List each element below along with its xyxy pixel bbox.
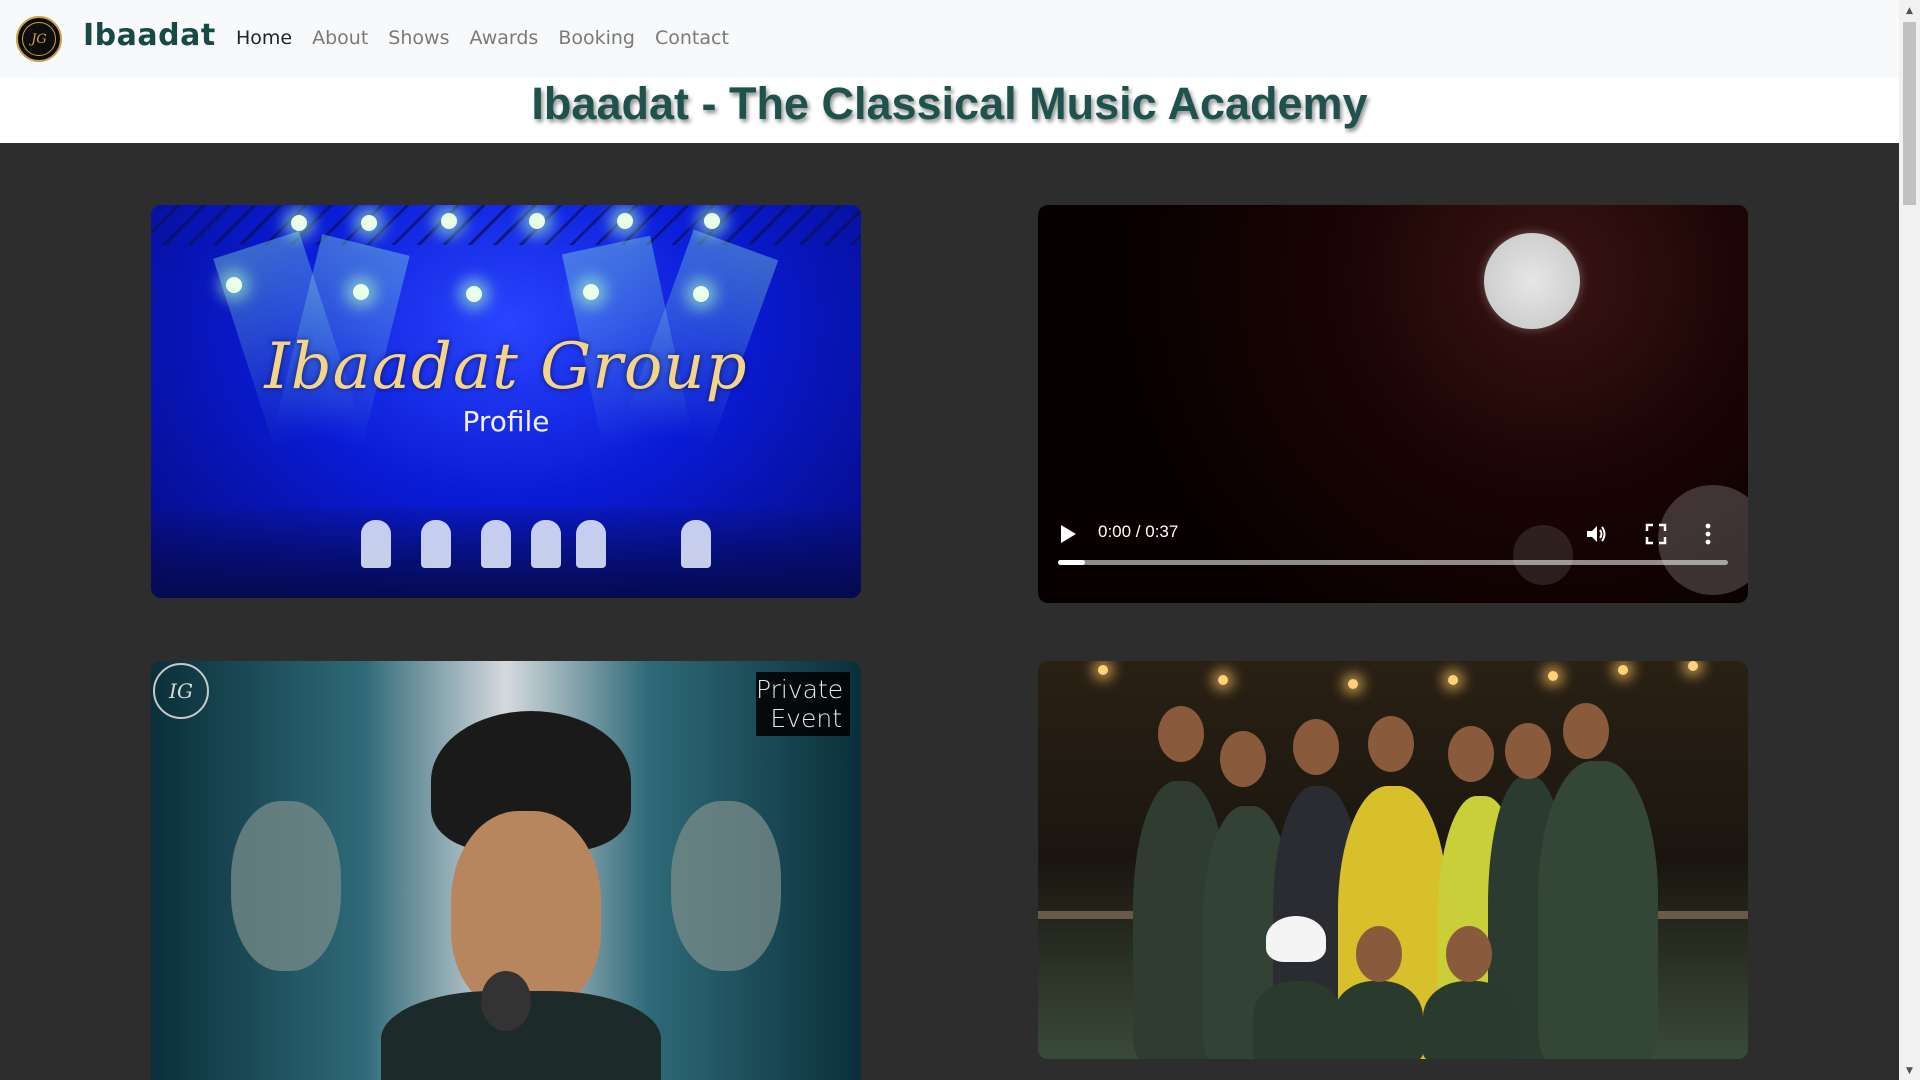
musician-figure [576, 520, 606, 568]
musician-figure [361, 520, 391, 568]
person-turban [1266, 916, 1326, 962]
stage-light [529, 213, 545, 229]
person [1253, 981, 1343, 1059]
person-head [1505, 723, 1551, 779]
video-progress-bar[interactable] [1058, 560, 1728, 565]
nav-link-home[interactable]: Home [236, 27, 292, 49]
stage-light [226, 277, 242, 293]
nav-link-shows[interactable]: Shows [388, 27, 449, 49]
scroll-down-arrow-icon[interactable]: ▼ [1899, 1064, 1920, 1078]
light-bulb [1688, 661, 1698, 671]
volume-icon[interactable] [1584, 522, 1608, 546]
person-head [1563, 703, 1609, 759]
musician-figure [421, 520, 451, 568]
stage-light [291, 215, 307, 231]
page-scrollbar[interactable]: ▲ ▼ [1899, 0, 1920, 1080]
scroll-up-arrow-icon[interactable]: ▲ [1899, 4, 1920, 18]
video-player[interactable]: 0:00 / 0:37 [1038, 205, 1748, 603]
stage-light [466, 286, 482, 302]
scrollbar-thumb[interactable] [1903, 22, 1916, 205]
light-bulb [1618, 665, 1628, 675]
nav-link-contact[interactable]: Contact [655, 27, 729, 49]
person-head [1293, 719, 1339, 775]
stage-light [693, 286, 709, 302]
musician-figure [681, 520, 711, 568]
stage-light [617, 213, 633, 229]
person [1423, 981, 1518, 1059]
navbar: JG Ibaadat Home About Shows Awards Booki… [0, 0, 1899, 78]
light-bulb [1098, 665, 1108, 675]
stage-truss [151, 205, 861, 245]
group-photo [1038, 661, 1748, 1059]
event-tag: Private Event [756, 672, 850, 736]
fullscreen-icon[interactable] [1645, 523, 1667, 545]
person-head [1356, 926, 1402, 982]
stage-light [583, 284, 599, 300]
video-controls: 0:00 / 0:37 [1038, 513, 1748, 603]
nav-link-awards[interactable]: Awards [469, 27, 538, 49]
brand-logo-mark: JG [22, 22, 56, 56]
person [1538, 761, 1658, 1059]
person [1333, 981, 1423, 1059]
light-bulb [1348, 679, 1358, 689]
video-progress-fill [1058, 560, 1085, 565]
musician-figure [481, 520, 511, 568]
page-title: Ibaadat - The Classical Music Academy [531, 78, 1368, 129]
stage-light [441, 213, 457, 229]
person-head [1220, 731, 1266, 787]
person-head [1448, 726, 1494, 782]
person-head [1158, 706, 1204, 762]
poster-subtitle: Profile [462, 405, 550, 438]
light-bulb [1548, 671, 1558, 681]
video-time: 0:00 / 0:37 [1098, 522, 1179, 541]
person-head [1446, 926, 1492, 982]
light-bulb [1448, 675, 1458, 685]
video-frame-moon [1484, 233, 1580, 329]
nav-link-booking[interactable]: Booking [558, 27, 635, 49]
stage-light [353, 284, 369, 300]
brand-name[interactable]: Ibaadat [83, 18, 216, 53]
nav-link-about[interactable]: About [312, 27, 368, 49]
stage-light [361, 215, 377, 231]
stage-light [704, 213, 720, 229]
watermark-logo: IG [153, 663, 209, 719]
mirrored-singer-left [231, 801, 341, 971]
event-tag-line2: Event [770, 704, 842, 733]
poster-title: Ibaadat Group [264, 330, 748, 404]
singer-face [451, 811, 601, 1011]
person-head [1368, 716, 1414, 772]
private-event-image: IG Private Event [151, 661, 861, 1080]
musician-figure [531, 520, 561, 568]
string-lights [1038, 661, 1748, 701]
brand-logo[interactable]: JG [16, 16, 62, 62]
more-vertical-icon[interactable] [1704, 523, 1712, 545]
play-icon[interactable] [1058, 523, 1078, 545]
profile-image: Ibaadat Group Profile [151, 205, 861, 598]
light-bulb [1218, 675, 1228, 685]
event-tag-line1: Private [756, 675, 844, 704]
nav-links: Home About Shows Awards Booking Contact [236, 27, 749, 49]
microphone [481, 971, 531, 1031]
mirrored-singer-right [671, 801, 781, 971]
